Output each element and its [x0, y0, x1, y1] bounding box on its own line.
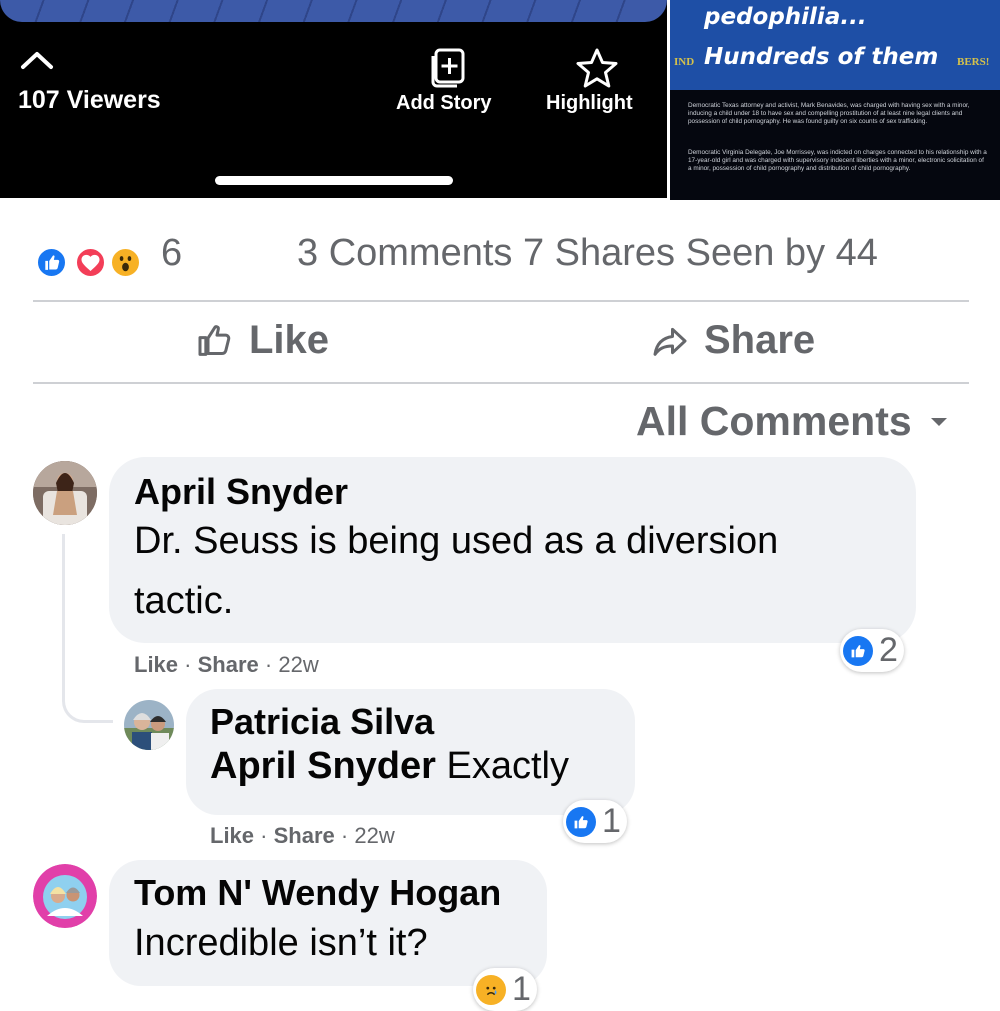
reply-meta: Like · Share · 22w [210, 823, 395, 848]
mention-link[interactable]: April Snyder [210, 745, 436, 787]
highlight-button[interactable]: Highlight [546, 92, 633, 115]
comment-text: Incredible isn’t it? [134, 922, 428, 964]
comment-bubble[interactable]: April Snyder Dr. Seuss is being used as … [109, 457, 916, 643]
reply-like-link[interactable]: Like [210, 823, 254, 848]
reply-thread-line [62, 534, 113, 723]
comment-text-line-1: Dr. Seuss is being used as a diversion [134, 520, 779, 562]
reaction-count-number: 2 [879, 631, 898, 669]
avatar[interactable] [124, 700, 174, 750]
like-reaction-icon [566, 806, 596, 837]
like-button[interactable]: Like [195, 318, 329, 363]
comment-time[interactable]: 22w [278, 652, 318, 677]
caret-down-icon [930, 417, 947, 426]
reply-text: April Snyder Exactly [210, 745, 569, 788]
home-indicator [215, 176, 453, 185]
comment-author[interactable]: April Snyder [134, 471, 348, 513]
avatar[interactable] [33, 864, 97, 928]
story-image-edge [0, 0, 667, 22]
share-arrow-icon [653, 327, 687, 356]
star-icon[interactable] [575, 47, 619, 89]
reply-bubble[interactable]: Patricia Silva April Snyder Exactly [186, 689, 635, 815]
headline-line-2: Hundreds of them [704, 44, 939, 70]
wow-reaction-icon[interactable] [109, 246, 142, 279]
reaction-count-number: 1 [602, 802, 621, 840]
story-viewer-panel: 107 Viewers Add Story Highlight [0, 0, 667, 198]
comment-author[interactable]: Tom N' Wendy Hogan [134, 872, 501, 914]
reply-body: Exactly [446, 745, 569, 787]
comment-reaction-count[interactable]: 2 [840, 629, 904, 672]
shared-news-image[interactable]: pedophilia... Hundreds of them IND BERS!… [670, 0, 1000, 200]
reply-author[interactable]: Patricia Silva [210, 701, 434, 743]
reply-share-link[interactable]: Share [274, 823, 335, 848]
banner-side-text-right: BERS! [957, 56, 990, 68]
avatar[interactable] [33, 461, 97, 525]
reply-reaction-count[interactable]: 1 [563, 800, 627, 843]
news-paragraph-2: Democratic Virginia Delegate, Joe Morris… [688, 149, 987, 173]
reaction-count-number: 1 [512, 970, 531, 1008]
headline-line-1: pedophilia... [704, 4, 867, 30]
seen-by-count[interactable]: Seen by 44 [686, 232, 878, 274]
like-label: Like [249, 318, 330, 362]
comment-share-link[interactable]: Share [198, 652, 259, 677]
reaction-count[interactable]: 6 [161, 232, 182, 275]
comment-reaction-count[interactable]: 1 [473, 968, 537, 1011]
comment-bubble[interactable]: Tom N' Wendy Hogan Incredible isn’t it? [109, 860, 547, 986]
divider [33, 382, 969, 384]
comment-meta: Like · Share · 22w [134, 652, 319, 677]
share-label: Share [704, 318, 816, 362]
add-story-icon[interactable] [430, 48, 466, 88]
like-reaction-icon[interactable] [35, 246, 68, 279]
banner-side-text-left: IND [674, 56, 695, 68]
share-button[interactable]: Share [650, 318, 815, 363]
shares-count[interactable]: 7 Shares [523, 232, 675, 274]
comments-filter-label: All Comments [636, 398, 912, 444]
news-paragraph-1: Democratic Texas attorney and activist, … [688, 102, 970, 126]
like-reaction-icon [843, 635, 873, 666]
comments-filter-dropdown[interactable]: All Comments [636, 398, 948, 445]
sad-reaction-icon [476, 974, 506, 1005]
reply-time[interactable]: 22w [354, 823, 394, 848]
viewers-count[interactable]: 107 Viewers [18, 86, 161, 115]
comment-text-line-2: tactic. [134, 580, 234, 622]
chevron-up-icon[interactable] [20, 50, 54, 70]
add-story-button[interactable]: Add Story [396, 92, 492, 115]
comment-like-link[interactable]: Like [134, 652, 178, 677]
thumbs-up-icon [198, 324, 231, 356]
love-reaction-icon[interactable] [74, 246, 107, 279]
comments-count[interactable]: 3 Comments [297, 232, 512, 274]
post-stats: 3 Comments 7 Shares Seen by 44 [297, 232, 878, 275]
divider [33, 300, 969, 302]
